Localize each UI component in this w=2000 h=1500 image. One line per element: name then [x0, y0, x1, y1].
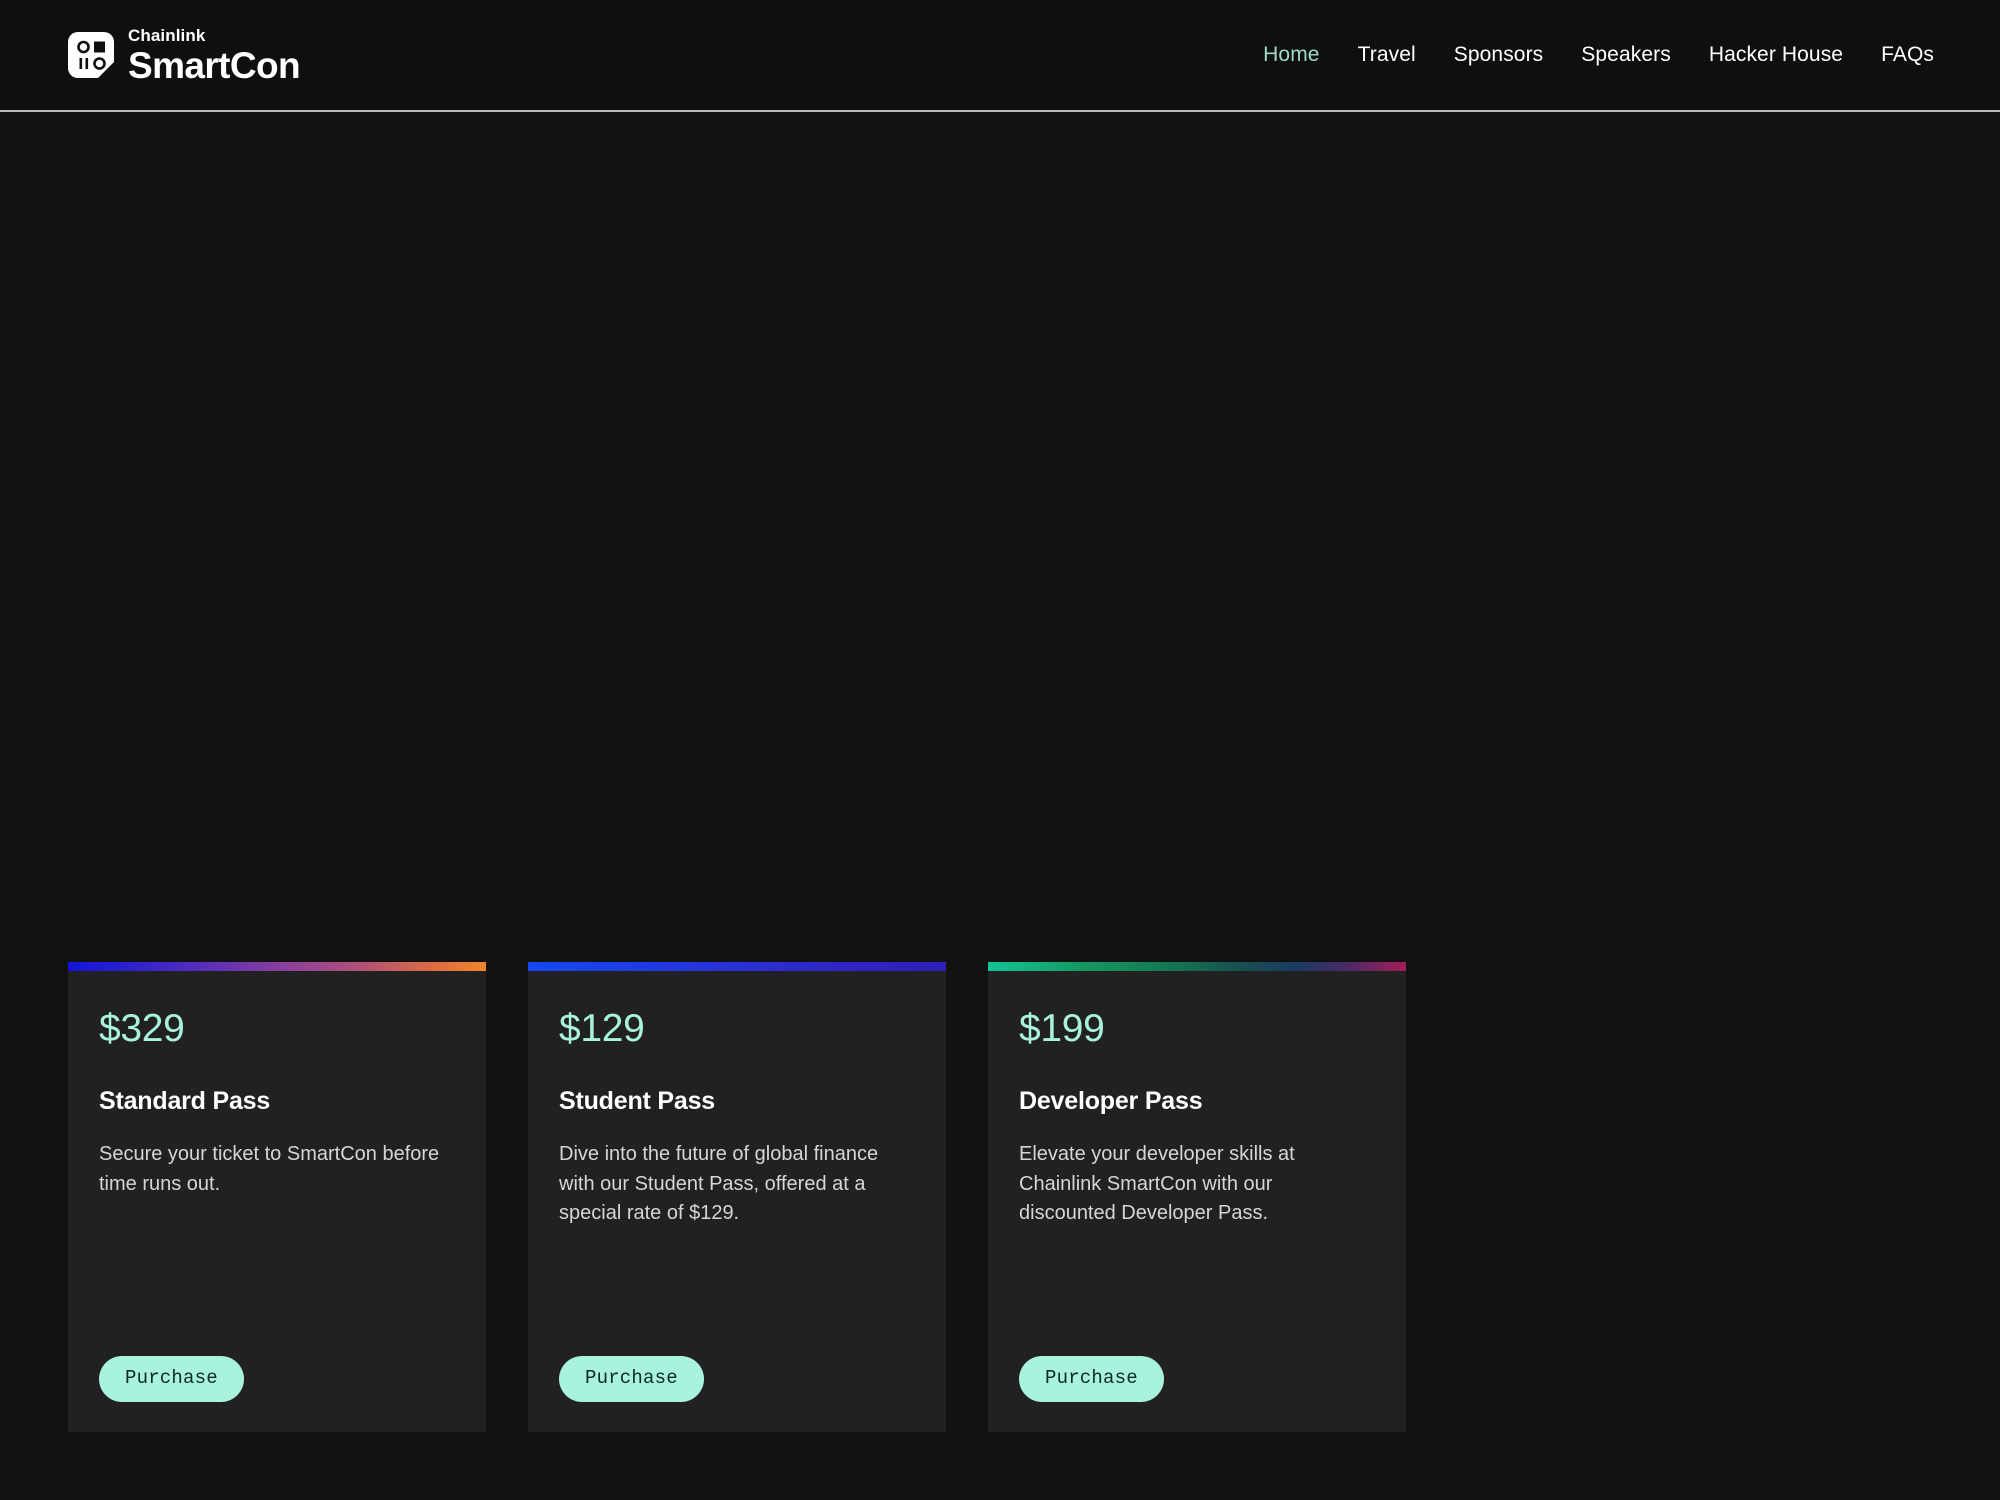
nav-item-faqs[interactable]: FAQs — [1881, 43, 1934, 67]
pricing-card-row: $329 Standard Pass Secure your ticket to… — [68, 962, 1406, 1432]
brand-bottom-line: SmartCon — [128, 44, 301, 86]
nav-item-home[interactable]: Home — [1263, 43, 1319, 67]
card-title: Student Pass — [559, 1087, 715, 1115]
purchase-button[interactable]: Purchase — [1019, 1356, 1164, 1402]
card-content: $129 Student Pass Dive into the future o… — [528, 971, 946, 1432]
card-price: $129 — [559, 1007, 645, 1050]
card-spacer — [99, 1199, 455, 1356]
card-spacer — [559, 1229, 915, 1356]
card-spacer — [1019, 1229, 1375, 1356]
card-description: Elevate your developer skills at Chainli… — [1019, 1143, 1295, 1225]
card-description: Dive into the future of global finance w… — [559, 1143, 879, 1225]
card-content: $199 Developer Pass Elevate your develop… — [988, 971, 1406, 1432]
card-content: $329 Standard Pass Secure your ticket to… — [68, 971, 486, 1432]
purchase-button[interactable]: Purchase — [559, 1356, 704, 1402]
nav-item-hacker-house[interactable]: Hacker House — [1709, 43, 1843, 67]
chainlink-cube-logo-icon — [68, 32, 114, 78]
pricing-card-developer-pass[interactable]: $199 Developer Pass Elevate your develop… — [988, 962, 1406, 1432]
card-accent-bar — [988, 962, 1406, 971]
brand-top-line: Chainlink — [128, 25, 206, 45]
card-title: Standard Pass — [99, 1087, 271, 1115]
hero-empty-region — [0, 112, 2000, 962]
site-header: Chainlink SmartCon Home Travel Sponsors … — [0, 0, 2000, 112]
brand-wordmark: Chainlink SmartCon — [128, 25, 301, 86]
pricing-card-standard-pass[interactable]: $329 Standard Pass Secure your ticket to… — [68, 962, 486, 1432]
card-price: $329 — [99, 1007, 185, 1050]
nav-item-sponsors[interactable]: Sponsors — [1454, 43, 1544, 67]
nav-item-travel[interactable]: Travel — [1358, 43, 1416, 67]
purchase-button[interactable]: Purchase — [99, 1356, 244, 1402]
card-title: Developer Pass — [1019, 1087, 1203, 1115]
card-accent-bar — [528, 962, 946, 971]
card-price: $199 — [1019, 1007, 1105, 1050]
card-description: Secure your ticket to SmartCon before ti… — [99, 1143, 440, 1195]
nav-item-speakers[interactable]: Speakers — [1581, 43, 1671, 67]
main-navigation: Home Travel Sponsors Speakers Hacker Hou… — [1263, 43, 1934, 67]
page-body: $329 Standard Pass Secure your ticket to… — [0, 112, 2000, 1500]
card-accent-bar — [68, 962, 486, 971]
brand-logo-link[interactable]: Chainlink SmartCon — [68, 25, 301, 86]
pricing-card-student-pass[interactable]: $129 Student Pass Dive into the future o… — [528, 962, 946, 1432]
